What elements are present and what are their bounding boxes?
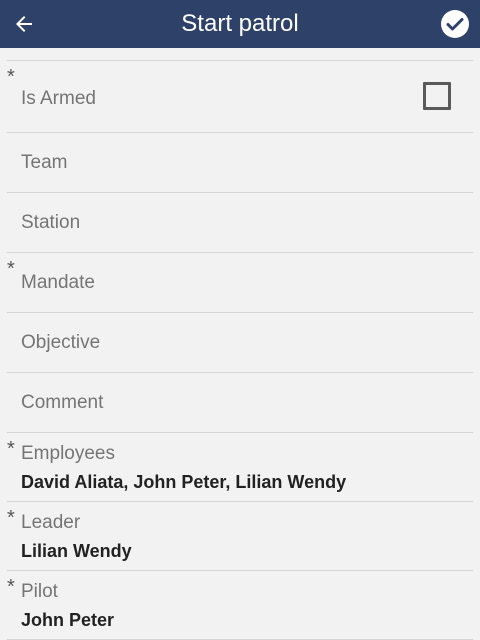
form-row-comment[interactable]: Comment [7, 373, 473, 433]
objective-label: Objective [21, 332, 101, 353]
check-circle-icon[interactable] [440, 9, 470, 39]
form-row-team[interactable]: Team [7, 133, 473, 193]
team-label: Team [21, 152, 68, 173]
pilot-label: Pilot [21, 581, 58, 602]
required-marker: * [7, 258, 15, 280]
form-row-employees[interactable]: * Employees David Aliata, John Peter, Li… [7, 433, 473, 502]
form-row-station[interactable]: Station [7, 193, 473, 253]
leader-label: Leader [21, 512, 81, 533]
form-row-partial [7, 48, 473, 61]
patrol-form: * Is Armed Team Station * Mandate Object… [0, 48, 480, 640]
app-bar: Start patrol [0, 0, 480, 48]
is-armed-label: Is Armed [21, 88, 96, 109]
form-row-leader[interactable]: * Leader Lilian Wendy [7, 502, 473, 571]
form-row-mandate[interactable]: * Mandate [7, 253, 473, 313]
employees-label: Employees [21, 443, 115, 464]
leader-value: Lilian Wendy [21, 541, 132, 561]
required-marker: * [7, 438, 15, 460]
form-row-objective[interactable]: Objective [7, 313, 473, 373]
required-marker: * [7, 576, 15, 598]
employees-value: David Aliata, John Peter, Lilian Wendy [21, 472, 347, 492]
form-row-pilot[interactable]: * Pilot John Peter [7, 571, 473, 640]
station-label: Station [21, 212, 81, 233]
required-marker: * [7, 507, 15, 529]
form-row-is-armed[interactable]: * Is Armed [7, 61, 473, 133]
mandate-label: Mandate [21, 272, 95, 293]
required-marker: * [7, 66, 15, 88]
comment-label: Comment [21, 392, 104, 413]
page-title: Start patrol [181, 10, 299, 37]
pilot-value: John Peter [21, 610, 115, 630]
is-armed-checkbox[interactable] [423, 82, 451, 110]
